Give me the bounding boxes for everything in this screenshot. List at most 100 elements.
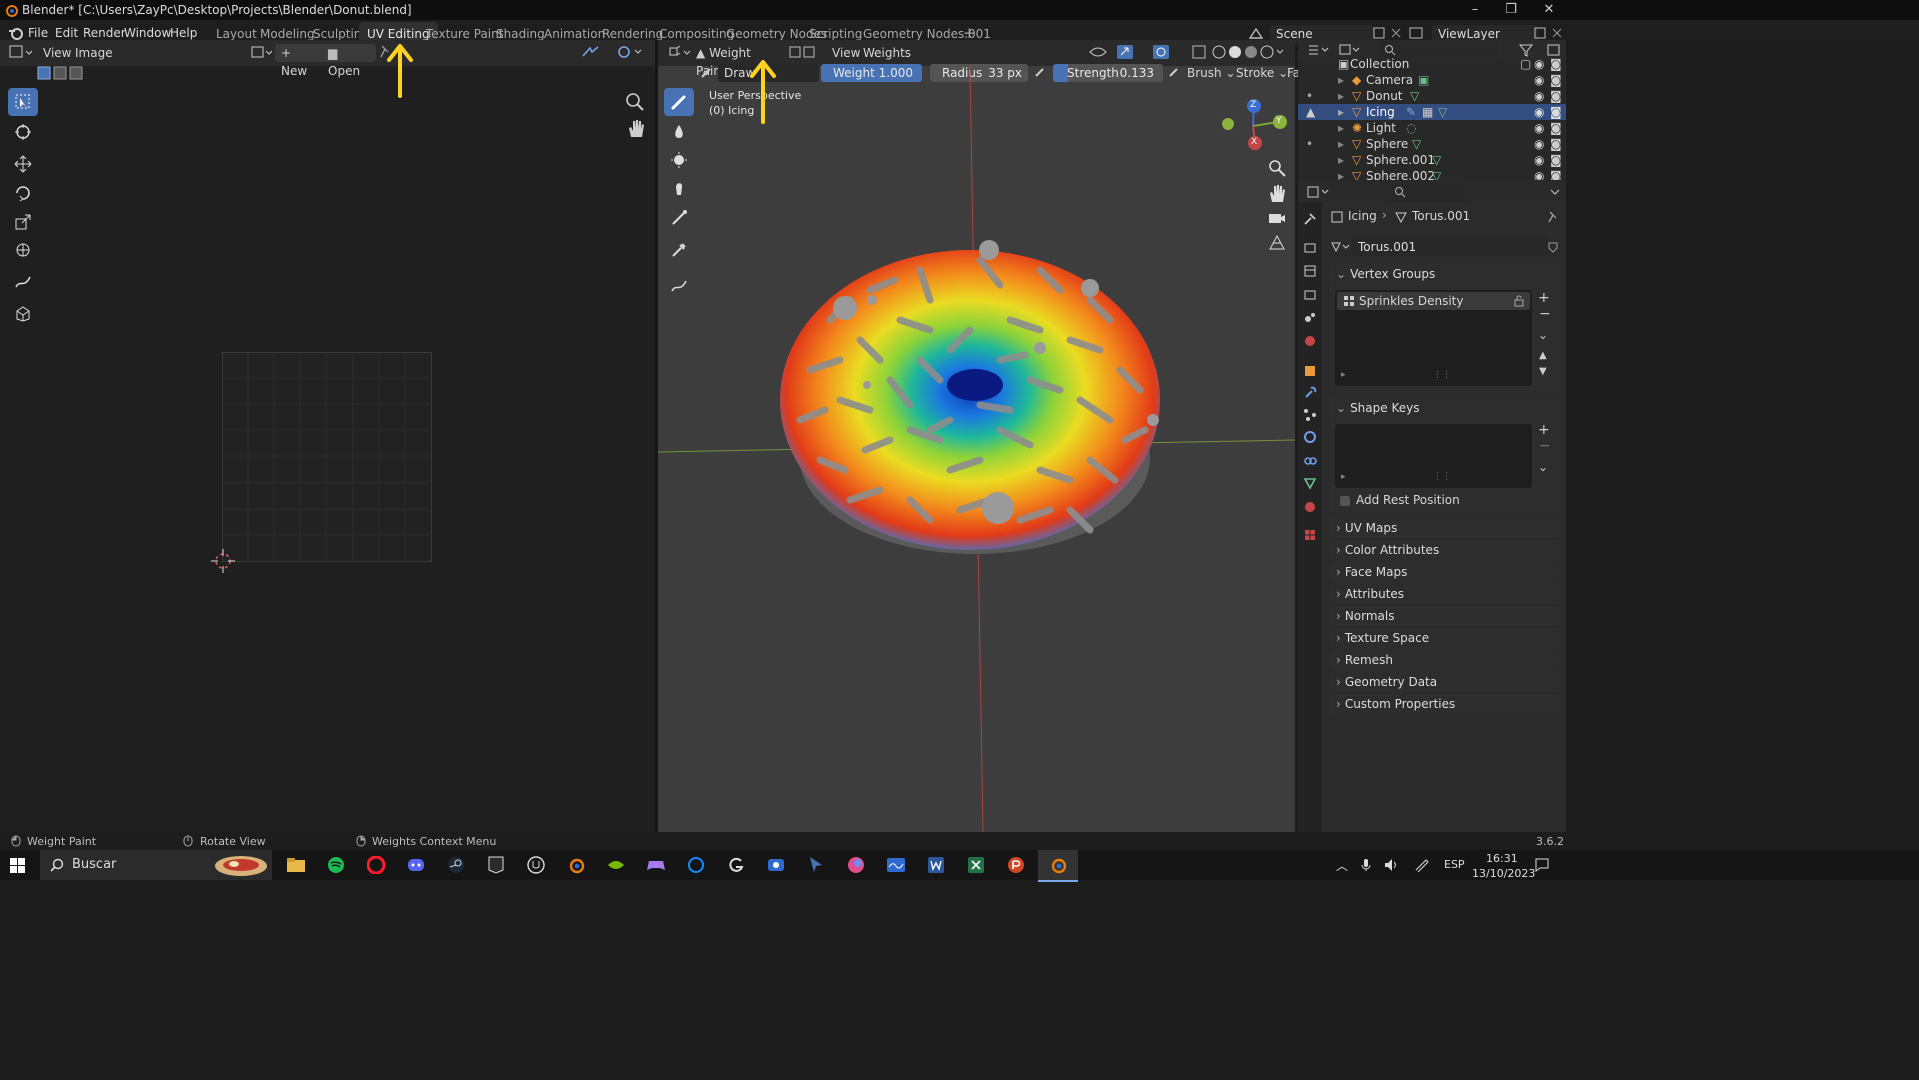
outliner-row-icing[interactable]: ▲ ▸ ▽ Icing ✎ ▦ ▽ ◉ ◙ [1298,104,1566,120]
donut-mesh[interactable] [770,230,1170,570]
object-tab[interactable] [1299,360,1321,382]
mesh-name-field[interactable]: Torus.001 [1352,238,1548,256]
eye-icon[interactable]: ◉ [1534,72,1544,88]
modifier-tab[interactable] [1299,382,1321,404]
vertex-groups-panel-header[interactable]: ⌄ Vertex Groups [1330,264,1560,284]
outliner-type-icon[interactable] [1306,42,1330,58]
outliner-row-sphere[interactable]: • ▸ ▽ Sphere ▽ ◉ ◙ [1298,136,1566,152]
eye-icon[interactable]: ◉ [1534,136,1544,152]
blender-active-task[interactable] [1038,850,1078,882]
scale-tool[interactable] [8,208,38,236]
vertex-groups-list[interactable]: Sprinkles Density ▸ ⋮⋮ [1335,290,1532,386]
taskbar-search-input[interactable]: Buscar [40,850,272,880]
shape-keys-list[interactable]: ▸ ⋮⋮ [1335,424,1532,488]
notifications-icon[interactable] [1534,857,1550,873]
output-tab[interactable] [1299,260,1321,282]
rotate-tool[interactable] [8,179,38,207]
outliner-row-light[interactable]: ▸ ✺ Light ◌ ◉ ◙ [1298,120,1566,136]
open-image-button[interactable]: ▆ Open [322,44,376,78]
physics-tab[interactable] [1299,426,1321,448]
camera-render-icon[interactable]: ◙ [1550,120,1562,136]
battle-net-icon[interactable] [684,854,708,876]
viewport-editor-type-icon[interactable] [667,44,691,60]
add-vertex-group-button[interactable]: + [1538,290,1550,306]
epic-games-icon[interactable] [484,854,508,876]
lock-icon[interactable] [1513,295,1525,307]
eye-icon[interactable]: ◉ [1534,168,1544,180]
vertex-group-specials-icon[interactable]: ⌄ [1538,328,1548,342]
viewport-menu-weights[interactable]: Weights [863,44,911,62]
grab-tool[interactable] [8,300,38,328]
breadcrumb-object[interactable]: Icing [1348,209,1377,223]
uv-menu-view[interactable]: View [43,44,71,62]
gamepad-icon[interactable] [644,854,668,876]
taskbar-date[interactable]: 13/10/2023 [1472,867,1535,880]
material-tab[interactable] [1299,496,1321,518]
discord-icon[interactable] [404,854,428,876]
uv-grid[interactable] [222,352,433,563]
fake-user-icon[interactable] [1546,240,1560,254]
eye-icon[interactable]: ◉ [1534,152,1544,168]
language-indicator[interactable]: ESP [1444,858,1465,871]
cursor-app-icon[interactable] [804,854,828,876]
blender-menu-icon[interactable] [8,25,24,41]
face-maps-panel[interactable]: › Face Maps [1330,562,1560,582]
annotate-tool[interactable] [8,268,38,296]
color-attributes-panel[interactable]: › Color Attributes [1330,540,1560,560]
vertex-group-item[interactable]: Sprinkles Density [1337,292,1530,310]
particles-tab[interactable] [1299,404,1321,426]
view-layer-tab[interactable] [1299,284,1321,306]
move-tool[interactable] [8,150,38,178]
camera-render-icon[interactable]: ◙ [1550,104,1562,120]
uv-overlay-icon[interactable] [615,44,645,60]
blender-taskbar-icon[interactable] [564,854,588,876]
uv-cursor-icon[interactable] [211,549,235,573]
normals-panel[interactable]: › Normals [1330,606,1560,626]
eye-icon[interactable]: ◉ [1534,58,1544,72]
outliner-row-collection[interactable]: ▣ Collection ▢ ◉ ◙ [1298,58,1566,72]
data-tab[interactable] [1299,472,1321,494]
cursor-tool[interactable] [8,118,38,146]
outliner-row-camera[interactable]: ▸ ◆ Camera ▣ ◉ ◙ [1298,72,1566,88]
expand-arrow-icon[interactable]: ▸ [1338,168,1344,180]
restore-button[interactable]: ❐ [1492,0,1530,20]
capture-app-icon[interactable] [764,854,788,876]
expand-arrow-icon[interactable]: ▸ [1338,88,1344,104]
image-browse-icon[interactable] [250,44,272,60]
remesh-panel[interactable]: › Remesh [1330,650,1560,670]
add-rest-position-checkbox[interactable]: Add Rest Position [1335,492,1535,510]
world-tab[interactable] [1299,330,1321,352]
new-scene-icon[interactable] [1372,26,1388,40]
texture-space-panel[interactable]: › Texture Space [1330,628,1560,648]
breadcrumb-mesh[interactable]: Torus.001 [1412,209,1470,223]
outliner-search-input[interactable] [1378,41,1498,59]
expand-arrow-icon[interactable]: ▸ [1338,120,1344,136]
excel-icon[interactable] [964,854,988,876]
properties-options-icon[interactable] [1548,184,1562,200]
uv-sync-icon[interactable] [580,44,604,60]
mask-toggle-icons[interactable] [788,44,818,60]
taskbar-time[interactable]: 16:31 [1486,852,1518,865]
pan-hand-icon[interactable] [625,117,647,139]
display-mode-icon[interactable] [1338,42,1362,58]
expand-arrow-icon[interactable]: ▸ [1338,136,1344,152]
render-tab[interactable] [1299,236,1321,258]
select-subtract-icon[interactable] [68,65,84,81]
viewport-pan-icon[interactable] [1267,183,1287,203]
scene-icon[interactable] [1248,26,1268,40]
outliner-row-sphere-002[interactable]: ▸ ▽ Sphere.002 ▽ ◉ ◙ [1298,168,1566,180]
move-up-icon[interactable]: ▲ [1539,350,1547,361]
new-image-button[interactable]: + New [275,44,325,78]
eye-icon[interactable]: ◉ [1534,120,1544,136]
attributes-panel[interactable]: › Attributes [1330,584,1560,604]
wave-app-icon[interactable] [884,854,908,876]
camera-render-icon[interactable]: ◙ [1550,58,1562,72]
menu-render[interactable]: Render [83,26,126,40]
unreal-engine-icon[interactable] [524,854,548,876]
color-app-icon[interactable] [844,854,868,876]
gizmo-toggle-icon[interactable] [1116,44,1146,60]
scene-tab[interactable] [1299,306,1321,328]
volume-icon[interactable] [1384,858,1400,872]
system-tray-chevron-icon[interactable]: ︿ [1336,857,1348,874]
shape-key-specials-icon[interactable]: ⌄ [1538,460,1548,474]
